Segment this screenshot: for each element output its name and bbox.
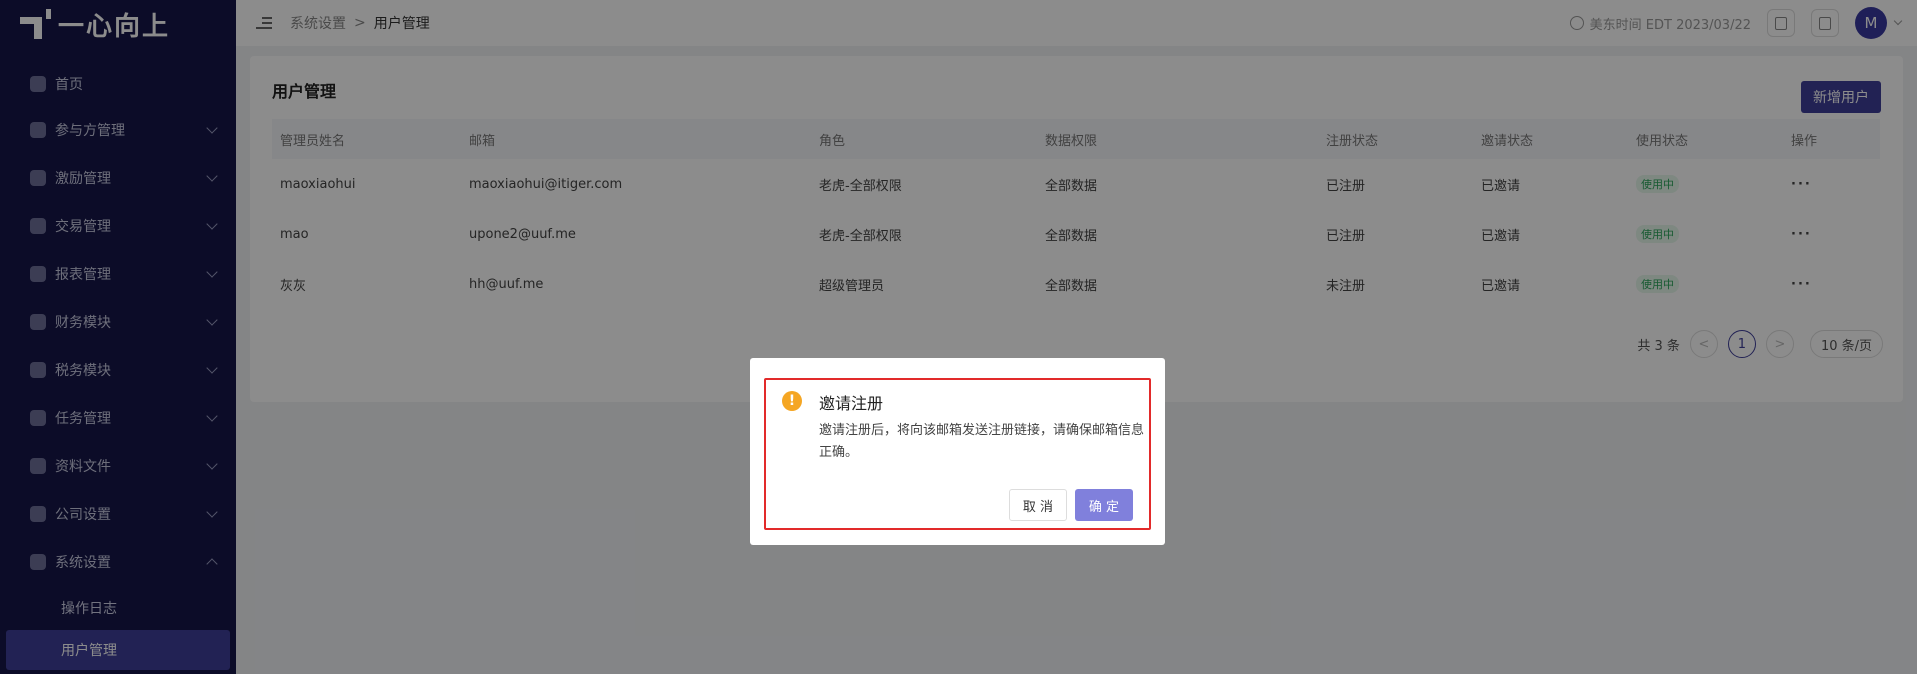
confirm-button[interactable]: 确 定 — [1075, 489, 1133, 521]
modal-overlay[interactable] — [0, 0, 1917, 674]
warning-icon: ! — [782, 391, 802, 411]
cancel-button[interactable]: 取 消 — [1009, 489, 1067, 521]
invite-register-dialog: ! 邀请注册 邀请注册后，将向该邮箱发送注册链接，请确保邮箱信息正确。 取 消 … — [750, 358, 1165, 545]
dialog-title: 邀请注册 — [819, 394, 884, 413]
dialog-message: 邀请注册后，将向该邮箱发送注册链接，请确保邮箱信息正确。 — [819, 423, 1145, 460]
